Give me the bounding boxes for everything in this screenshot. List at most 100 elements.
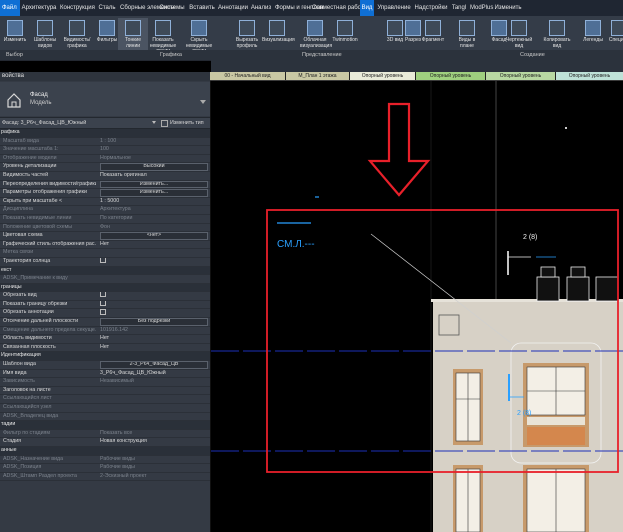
property-row[interactable]: Переопределения видимости/графики Изменит… bbox=[0, 180, 210, 190]
twinmotion-button[interactable]: Twinmotion bbox=[330, 18, 360, 52]
render-button[interactable]: Визуализация bbox=[262, 18, 295, 52]
menu-1[interactable]: Конструкция bbox=[60, 0, 95, 16]
property-row[interactable]: Обрезать вид bbox=[0, 292, 210, 301]
callout-button[interactable]: Фрагмент bbox=[418, 18, 448, 52]
instance-dropdown-icon[interactable] bbox=[152, 121, 156, 124]
property-key: Положение цветовой схемы bbox=[3, 223, 73, 230]
property-row[interactable]: Метка связи bbox=[0, 249, 210, 258]
property-group-header[interactable]: анные bbox=[0, 446, 210, 456]
property-row[interactable]: Масштаб вида 1 : 100 bbox=[0, 138, 210, 147]
type-selector[interactable]: Фасад Модель bbox=[0, 82, 210, 116]
property-group-header[interactable]: рафика bbox=[0, 129, 210, 138]
property-row[interactable]: Имя вида 3_Р6ч_Фасад_ЦВ_Южный bbox=[0, 370, 210, 379]
property-value-button[interactable]: <нет> bbox=[100, 232, 208, 240]
property-group-header[interactable]: Идентификация bbox=[0, 352, 210, 362]
property-row[interactable]: ADSK_Штамп Раздел проекта 2-Эскизный прое… bbox=[0, 473, 210, 482]
property-row[interactable]: Значение масштаба 1: 100 bbox=[0, 146, 210, 155]
property-row[interactable]: Скрыть при масштабе < 1 : 5000 bbox=[0, 198, 210, 207]
property-checkbox[interactable] bbox=[100, 309, 106, 315]
property-row[interactable]: Дисциплина Архитектура bbox=[0, 206, 210, 215]
property-row[interactable]: Уровень детализации Высокий bbox=[0, 163, 210, 172]
menu-11[interactable]: Управление bbox=[376, 0, 412, 16]
property-row[interactable]: Область видимости Нет bbox=[0, 335, 210, 344]
menu-5[interactable]: Вставить bbox=[188, 0, 216, 16]
view-tab-0[interactable]: 00 - Начальный вид bbox=[210, 72, 286, 80]
property-row[interactable]: Отображение модели Нормальное bbox=[0, 155, 210, 164]
property-row[interactable]: ADSK_Владелец вида bbox=[0, 413, 210, 422]
show-hidden-button[interactable]: Показать невидимые линии bbox=[148, 18, 178, 54]
property-row[interactable]: Цветовая схема <нет> bbox=[0, 232, 210, 241]
property-checkbox[interactable] bbox=[100, 300, 106, 306]
menu-6[interactable]: Аннотации bbox=[218, 0, 248, 16]
menu-0[interactable]: Архитектура bbox=[20, 0, 58, 16]
property-value-button[interactable]: Высокий bbox=[100, 163, 208, 171]
plan-views-button[interactable]: Виды в плане bbox=[452, 18, 482, 52]
property-key: Стадия bbox=[3, 438, 22, 445]
view-tab-4[interactable]: Опорный уровень bbox=[486, 72, 556, 80]
property-group-header[interactable]: екст bbox=[0, 266, 210, 276]
schedules-icon bbox=[611, 20, 623, 36]
duplicate-view-button[interactable]: Копировать вид bbox=[542, 18, 572, 52]
view-tab-5[interactable]: Опорный уровень bbox=[556, 72, 623, 80]
property-row[interactable]: ADSK_Назначение вида Рабочие виды bbox=[0, 456, 210, 465]
property-row[interactable]: Фильтр по стадиям Показать все bbox=[0, 430, 210, 439]
property-row[interactable]: Траектория солнца bbox=[0, 257, 210, 267]
group-select[interactable]: Выбор bbox=[6, 50, 23, 60]
visibility-graphics-button[interactable]: Видимость/ графика bbox=[62, 18, 92, 52]
property-row[interactable]: Показать границу обрезки bbox=[0, 300, 210, 310]
type-dropdown-icon[interactable] bbox=[200, 100, 206, 104]
property-row[interactable]: Шаблон вида 2-3_Р6ч_Фасад_ЦВ bbox=[0, 361, 210, 370]
menu-8[interactable]: Формы и генплан bbox=[275, 0, 323, 16]
menu-10[interactable]: Вид bbox=[360, 0, 374, 16]
cut-profile-button[interactable]: Вырезать профиль bbox=[232, 18, 262, 52]
menu-file[interactable]: Файл bbox=[0, 0, 20, 16]
property-row[interactable]: Положение цветовой схемы Фон bbox=[0, 224, 210, 233]
hide-hidden-button[interactable]: Скрыть невидимые линии bbox=[184, 18, 214, 54]
view-tab-2[interactable]: Опорный уровень bbox=[350, 72, 416, 80]
menu-9[interactable]: Совместная работа bbox=[312, 0, 367, 16]
property-row[interactable]: Стадия Новая конструкция bbox=[0, 438, 210, 447]
property-group-header[interactable]: границы bbox=[0, 283, 210, 293]
cloud-render-button[interactable]: Облачная визуализация bbox=[300, 18, 332, 52]
menu-7[interactable]: Анализ bbox=[250, 0, 272, 16]
schedules-button[interactable]: Специф. bbox=[604, 18, 623, 52]
property-row[interactable]: Графический стиль отображения рас... Нет bbox=[0, 241, 210, 250]
property-group-header[interactable]: тадии bbox=[0, 421, 210, 430]
property-row[interactable]: Смещение дальнего предела секуще... 10191… bbox=[0, 327, 210, 336]
drafting-view-button[interactable]: Чертежный вид bbox=[504, 18, 534, 52]
property-row[interactable]: Связанная плоскость Нет bbox=[0, 344, 210, 353]
menu-15[interactable]: Изменить bbox=[494, 0, 522, 16]
property-row[interactable]: Параметры отображения графики Изменить... bbox=[0, 189, 210, 198]
property-row[interactable]: ADSK_Примечание к виду bbox=[0, 275, 210, 284]
property-row[interactable]: ADSK_Позиция Рабочие виды bbox=[0, 464, 210, 473]
modify-button[interactable]: Изменить bbox=[0, 18, 30, 52]
property-value-button[interactable]: Изменить... bbox=[100, 189, 208, 197]
property-row[interactable]: Ссылающийся лист bbox=[0, 395, 210, 404]
property-value-button[interactable]: Без подрезки bbox=[100, 318, 208, 326]
property-row[interactable]: Заголовок на листе bbox=[0, 387, 210, 396]
thin-lines-button[interactable]: Тонкие линии bbox=[118, 18, 148, 52]
menu-13[interactable]: Tangl bbox=[450, 0, 468, 16]
drawing-canvas[interactable]: СМ.Л.--- 2 (8) 2 (8) bbox=[211, 81, 623, 532]
menu-14[interactable]: ModPlus bbox=[470, 0, 493, 16]
property-row[interactable]: Зависимость Независимый bbox=[0, 378, 210, 387]
menu-3[interactable]: Сборные элементы bbox=[120, 0, 175, 16]
view-tab-1[interactable]: М_План 1 этажа bbox=[286, 72, 350, 80]
edit-type-button[interactable]: Изменить тип bbox=[170, 118, 204, 128]
property-row[interactable]: Обрезать аннотации bbox=[0, 309, 210, 319]
property-value-button[interactable]: Изменить... bbox=[100, 180, 208, 189]
view-tab-3[interactable]: Опорный уровень bbox=[416, 72, 486, 80]
menu-12[interactable]: Надстройки bbox=[414, 0, 448, 16]
property-checkbox[interactable] bbox=[100, 292, 106, 298]
property-row[interactable]: Отсечение дальней плоскости Без подрезки bbox=[0, 318, 210, 327]
menu-4[interactable]: Системы bbox=[157, 0, 187, 16]
property-row[interactable]: Видимость частей Показать оригинал bbox=[0, 172, 210, 181]
instance-selector[interactable]: Фасад: 3_Р6ч_Фасад_ЦВ_Южный Изменить тип bbox=[0, 117, 210, 129]
view-templates-button[interactable]: Шаблоны видов bbox=[30, 18, 60, 52]
menu-2[interactable]: Сталь bbox=[96, 0, 118, 16]
property-row[interactable]: Показать невидимые линии По категории bbox=[0, 215, 210, 224]
property-checkbox[interactable] bbox=[100, 257, 106, 263]
property-row[interactable]: Ссылающийся узел bbox=[0, 404, 210, 413]
render-icon bbox=[269, 20, 285, 36]
property-value-button[interactable]: 2-3_Р6ч_Фасад_ЦВ bbox=[100, 361, 208, 369]
